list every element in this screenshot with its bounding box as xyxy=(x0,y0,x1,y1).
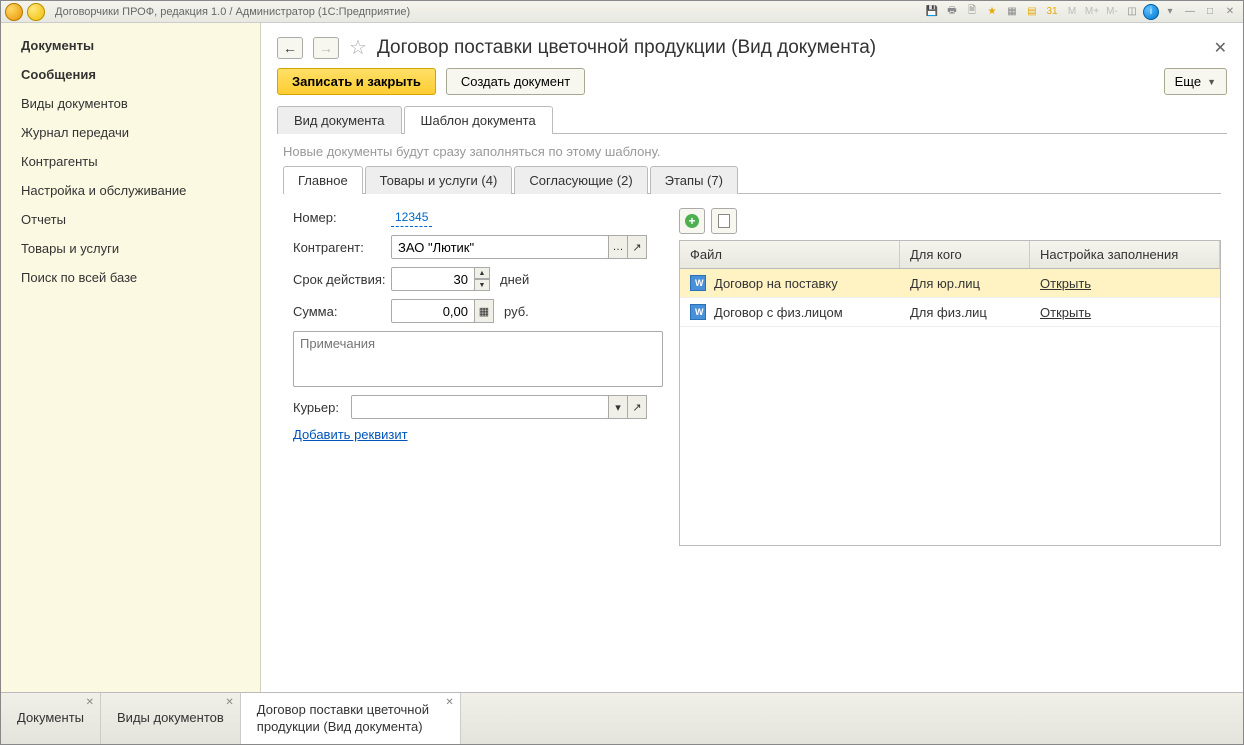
courier-input[interactable] xyxy=(351,395,609,419)
tb-info-icon[interactable]: i xyxy=(1143,4,1159,20)
grid-file-name: Договор с физ.лицом xyxy=(714,305,843,320)
nav-forward-button[interactable]: → xyxy=(313,37,339,59)
sidebar-item-goods[interactable]: Товары и услуги xyxy=(1,234,260,263)
tb-grid-icon[interactable]: ▦ xyxy=(1003,4,1021,20)
term-input[interactable] xyxy=(391,267,475,291)
tb-print-icon[interactable]: 🖶 xyxy=(943,4,961,20)
sum-input[interactable] xyxy=(391,299,475,323)
word-doc-icon xyxy=(690,304,706,320)
sidebar-item-search[interactable]: Поиск по всей базе xyxy=(1,263,260,292)
contragent-input[interactable] xyxy=(391,235,609,259)
content-area: ← → ☆ Договор поставки цветочной продукц… xyxy=(261,23,1243,692)
tab-approvers[interactable]: Согласующие (2) xyxy=(514,166,647,194)
spinner-up-icon[interactable]: ▲ xyxy=(474,267,490,279)
window-title: Договорчики ПРОФ, редакция 1.0 / Админис… xyxy=(55,6,410,18)
file-icon xyxy=(718,214,730,228)
number-label: Номер: xyxy=(293,210,391,225)
tb-calc-icon[interactable]: ▤ xyxy=(1023,4,1041,20)
sidebar-item-messages[interactable]: Сообщения xyxy=(1,60,260,89)
bottom-tab-documents[interactable]: Документы ✕ xyxy=(1,693,101,744)
courier-open-icon[interactable]: ↗ xyxy=(627,395,647,419)
tab-stages[interactable]: Этапы (7) xyxy=(650,166,738,194)
bottom-tab-doc-types[interactable]: Виды документов ✕ xyxy=(101,693,241,744)
tb-panels-icon[interactable]: ◫ xyxy=(1123,4,1141,20)
maximize-icon[interactable]: □ xyxy=(1201,4,1219,20)
grid-header-open[interactable]: Настройка заполнения xyxy=(1030,241,1220,268)
close-window-icon[interactable]: ✕ xyxy=(1221,4,1239,20)
close-tab-icon[interactable]: ✕ xyxy=(225,697,233,708)
hint-text: Новые документы будут сразу заполняться … xyxy=(277,134,1227,165)
tb-calendar-icon[interactable]: 31 xyxy=(1043,4,1061,20)
notes-textarea[interactable] xyxy=(293,331,663,387)
sum-label: Сумма: xyxy=(293,304,391,319)
sidebar-item-documents[interactable]: Документы xyxy=(1,31,260,60)
page-title: Договор поставки цветочной продукции (Ви… xyxy=(377,37,876,59)
tb-m-icon[interactable]: M xyxy=(1063,4,1081,20)
minimize-icon[interactable]: — xyxy=(1181,4,1199,20)
open-link[interactable]: Открыть xyxy=(1040,276,1091,291)
tb-info-dropdown-icon[interactable]: ▾ xyxy=(1161,4,1179,20)
grid-row[interactable]: Договор с физ.лицом Для физ.лиц Открыть xyxy=(680,298,1220,327)
grid-for-value: Для юр.лиц xyxy=(900,270,1030,297)
select-button[interactable]: … xyxy=(608,235,628,259)
form-right-panel: + Файл Для кого Настройка заполнения xyxy=(679,208,1221,546)
save-close-button[interactable]: Записать и закрыть xyxy=(277,68,436,95)
grid-for-value: Для физ.лиц xyxy=(900,299,1030,326)
file-grid: Файл Для кого Настройка заполнения Догов… xyxy=(679,240,1221,546)
plus-icon: + xyxy=(685,214,699,228)
close-page-icon[interactable]: ✕ xyxy=(1214,38,1227,58)
tab-document-type[interactable]: Вид документа xyxy=(277,106,402,134)
close-tab-icon[interactable]: ✕ xyxy=(445,697,453,708)
courier-dropdown-icon[interactable]: ▾ xyxy=(608,395,628,419)
open-link[interactable]: Открыть xyxy=(1040,305,1091,320)
contragent-label: Контрагент: xyxy=(293,240,391,255)
word-doc-icon xyxy=(690,275,706,291)
app-window: Договорчики ПРОФ, редакция 1.0 / Админис… xyxy=(0,0,1244,745)
spinner-down-icon[interactable]: ▼ xyxy=(474,279,490,291)
nav-back-button[interactable]: ← xyxy=(277,37,303,59)
tb-save-icon[interactable]: 💾 xyxy=(923,4,941,20)
sidebar-item-reports[interactable]: Отчеты xyxy=(1,205,260,234)
app-icon xyxy=(5,3,23,21)
bottom-tabs: Документы ✕ Виды документов ✕ Договор по… xyxy=(1,692,1243,744)
grid-row[interactable]: Договор на поставку Для юр.лиц Открыть xyxy=(680,269,1220,298)
file-button[interactable] xyxy=(711,208,737,234)
dropdown-icon[interactable] xyxy=(27,3,45,21)
close-tab-icon[interactable]: ✕ xyxy=(86,697,94,708)
grid-file-name: Договор на поставку xyxy=(714,276,838,291)
calculator-icon[interactable]: ▦ xyxy=(474,299,494,323)
add-requisite-link[interactable]: Добавить реквизит xyxy=(293,427,408,442)
grid-header: Файл Для кого Настройка заполнения xyxy=(680,241,1220,269)
sidebar-item-contragents[interactable]: Контрагенты xyxy=(1,147,260,176)
tab-goods-services[interactable]: Товары и услуги (4) xyxy=(365,166,513,194)
tb-mplus-icon[interactable]: M+ xyxy=(1083,4,1101,20)
more-button[interactable]: Еще ▼ xyxy=(1164,68,1227,95)
bottom-tab-current[interactable]: Договор поставки цветочной продукции (Ви… xyxy=(241,693,461,744)
sidebar-item-transfer-log[interactable]: Журнал передачи xyxy=(1,118,260,147)
tb-star-icon[interactable]: ★ xyxy=(983,4,1001,20)
grid-header-for[interactable]: Для кого xyxy=(900,241,1030,268)
chevron-down-icon: ▼ xyxy=(1207,77,1216,87)
term-unit: дней xyxy=(500,272,529,287)
number-value[interactable]: 12345 xyxy=(391,208,432,227)
sidebar-item-doc-types[interactable]: Виды документов xyxy=(1,89,260,118)
sum-unit: руб. xyxy=(504,304,529,319)
titlebar: Договорчики ПРОФ, редакция 1.0 / Админис… xyxy=(1,1,1243,23)
create-document-button[interactable]: Создать документ xyxy=(446,68,585,95)
more-button-label: Еще xyxy=(1175,74,1201,89)
tb-mminus-icon[interactable]: M- xyxy=(1103,4,1121,20)
open-button[interactable]: ↗ xyxy=(627,235,647,259)
form-left-panel: Номер: 12345 Контрагент: … ↗ Срок действ… xyxy=(293,208,663,546)
grid-header-file[interactable]: Файл xyxy=(680,241,900,268)
tab-document-template[interactable]: Шаблон документа xyxy=(404,106,553,134)
tb-preview-icon[interactable]: 🗎 xyxy=(963,4,981,20)
sidebar: Документы Сообщения Виды документов Журн… xyxy=(1,23,261,692)
courier-label: Курьер: xyxy=(293,400,351,415)
favorite-star-icon[interactable]: ☆ xyxy=(349,35,367,60)
add-file-button[interactable]: + xyxy=(679,208,705,234)
sidebar-item-settings[interactable]: Настройка и обслуживание xyxy=(1,176,260,205)
term-label: Срок действия: xyxy=(293,272,391,287)
tab-main[interactable]: Главное xyxy=(283,166,363,194)
